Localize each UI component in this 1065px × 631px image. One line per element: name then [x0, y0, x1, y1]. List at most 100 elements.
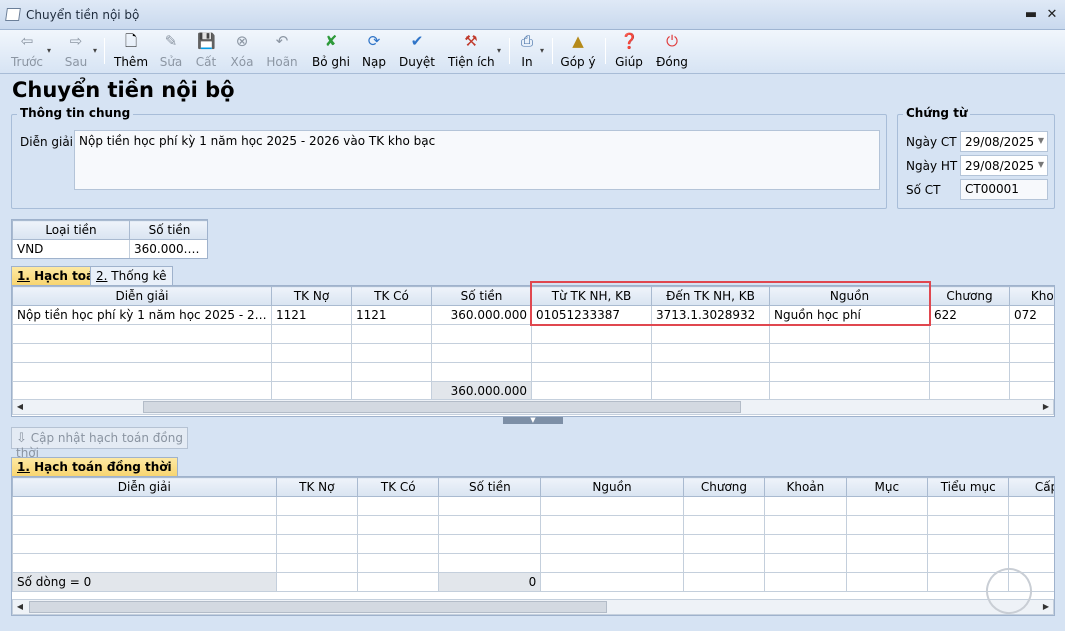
table-row[interactable]	[12, 362, 1054, 382]
previous-button[interactable]: ⇦ Trước	[10, 32, 44, 69]
description-input[interactable]: Nộp tiền học phí kỳ 1 năm học 2025 - 202…	[74, 130, 880, 190]
undo-icon: ↶	[275, 32, 289, 50]
feedback-button[interactable]: ▲ Góp ý	[560, 32, 596, 69]
close-button[interactable]: ⏻ Đóng	[655, 32, 689, 69]
toolbar-separator	[509, 38, 510, 64]
chevron-down-icon: ▼	[1037, 136, 1044, 145]
help-button[interactable]: ❓ Giúp	[614, 32, 644, 69]
cell-description[interactable]: Nộp tiền học phí kỳ 1 năm học 2025 - 202…	[12, 305, 272, 325]
summary-row: Số dòng = 0 0	[12, 572, 1054, 592]
col-description: Diễn giải	[12, 477, 277, 497]
cell-section[interactable]: 072	[1009, 305, 1054, 325]
next-button[interactable]: ⇨ Sau	[60, 32, 92, 69]
total-amount: 0	[438, 572, 542, 592]
reload-button[interactable]: ⟳ Nạp	[360, 32, 388, 69]
toolbar-separator	[552, 38, 553, 64]
doc-date-picker[interactable]: 29/08/2025 ▼	[960, 131, 1048, 152]
total-amount: 360.000.000	[431, 381, 532, 401]
table-row[interactable]	[12, 324, 1054, 344]
print-dropdown-icon[interactable]: ▾	[540, 46, 544, 55]
arrow-down-icon: ⇩	[16, 431, 27, 446]
scrollbar-thumb[interactable]	[29, 601, 607, 613]
col-level: Cấp p	[1008, 477, 1054, 497]
update-simultaneous-button[interactable]: ⇩ Cập nhật hạch toán đồng thời	[11, 427, 188, 460]
currency-type-header: Loại tiền	[12, 220, 130, 240]
table-row[interactable]	[12, 515, 1054, 535]
scrollbar-thumb[interactable]	[143, 401, 741, 413]
col-section: Khoả	[1009, 286, 1054, 306]
chevron-down-icon: ▼	[1037, 160, 1044, 169]
col-item: Mục	[845, 477, 929, 497]
check-icon: ✔	[410, 32, 424, 50]
approve-button[interactable]: ✔ Duyệt	[398, 32, 436, 69]
col-sub-item: Tiểu mục	[927, 477, 1010, 497]
arrow-left-icon: ⇦	[20, 32, 34, 50]
utilities-dropdown-icon[interactable]: ▾	[497, 46, 501, 55]
splitter-handle[interactable]: ▼	[503, 417, 563, 424]
tab-key: 1.	[17, 460, 30, 474]
minimize-button[interactable]: ▬	[1020, 6, 1042, 24]
close-window-button[interactable]: ✕	[1041, 6, 1063, 24]
table-row[interactable]	[12, 496, 1054, 516]
table-row[interactable]	[12, 343, 1054, 363]
title-bar: Chuyển tiền nội bộ ▬ ✕	[0, 0, 1065, 30]
save-icon: 💾	[197, 32, 216, 50]
print-button[interactable]: ⎙ In	[514, 32, 540, 69]
help-icon: ❓	[620, 32, 639, 50]
doc-date-value: 29/08/2025	[965, 135, 1035, 149]
next-dropdown-icon[interactable]: ▾	[93, 46, 97, 55]
col-chapter: Chương	[929, 286, 1010, 306]
row-count: Số dòng = 0	[12, 572, 277, 592]
col-debit-account: TK Nợ	[271, 286, 352, 306]
save-button[interactable]: 💾 Cất	[192, 32, 220, 69]
tools-icon: ⚒	[464, 32, 478, 50]
cell-debit-account[interactable]: 1121	[271, 305, 352, 325]
tab-statistics[interactable]: 2. Thống kê	[90, 266, 173, 286]
scroll-left-icon[interactable]: ◀	[13, 400, 27, 414]
table-row[interactable]	[12, 553, 1054, 573]
currency-type-cell[interactable]: VND	[12, 239, 130, 258]
scroll-right-icon[interactable]: ▶	[1039, 400, 1053, 414]
unpost-button[interactable]: ✘ Bỏ ghi	[310, 32, 352, 69]
window-title: Chuyển tiền nội bộ	[26, 8, 140, 22]
highlight-box	[530, 281, 931, 326]
delete-button[interactable]: ⊗ Xóa	[227, 32, 257, 69]
post-date-picker[interactable]: 29/08/2025 ▼	[960, 155, 1048, 176]
cancel-button[interactable]: ↶ Hoãn	[265, 32, 299, 69]
voucher-legend: Chứng từ	[903, 106, 971, 120]
toolbar-separator	[104, 38, 105, 64]
tab-label: Hạch toán đồng thời	[29, 460, 172, 474]
power-icon: ⏻	[666, 32, 678, 50]
scroll-right-icon[interactable]: ▶	[1039, 600, 1053, 614]
cell-chapter[interactable]: 622	[929, 305, 1010, 325]
total-row: 360.000.000	[12, 381, 1054, 401]
tab-key: 1.	[17, 269, 30, 283]
amount-cell[interactable]: 360.000.000	[129, 239, 207, 258]
tab-simultaneous-accounting[interactable]: 1. Hạch toán đồng thời	[11, 457, 178, 477]
print-icon: ⎙	[520, 32, 533, 50]
table-row[interactable]	[12, 534, 1054, 554]
previous-dropdown-icon[interactable]: ▾	[47, 46, 51, 55]
unpost-icon: ✘	[324, 32, 338, 50]
edit-button[interactable]: ✎ Sửa	[156, 32, 186, 69]
col-section: Khoản	[764, 477, 847, 497]
horizontal-scrollbar[interactable]: ◀ ▶	[12, 399, 1054, 415]
arrow-right-icon: ⇨	[69, 32, 83, 50]
edit-icon: ✎	[164, 32, 178, 50]
doc-no-label: Số CT	[906, 183, 941, 197]
app-icon	[5, 8, 21, 21]
cell-credit-account[interactable]: 1121	[351, 305, 432, 325]
refresh-icon: ⟳	[367, 32, 381, 50]
scroll-left-icon[interactable]: ◀	[13, 600, 27, 614]
cell-amount[interactable]: 360.000.000	[431, 305, 532, 325]
horizontal-scrollbar[interactable]: ◀ ▶	[12, 599, 1054, 615]
description-label: Diễn giải	[20, 135, 74, 149]
col-amount: Số tiền	[438, 477, 542, 497]
col-credit-account: TK Có	[357, 477, 440, 497]
utilities-button[interactable]: ⚒ Tiện ích	[448, 32, 495, 69]
general-info-legend: Thông tin chung	[17, 106, 134, 120]
post-date-label: Ngày HT	[906, 159, 958, 173]
doc-no-input[interactable]: CT00001	[960, 179, 1048, 200]
add-button[interactable]: 🗋 Thêm	[114, 32, 148, 69]
table-row[interactable]: VND 360.000.000	[12, 239, 207, 258]
